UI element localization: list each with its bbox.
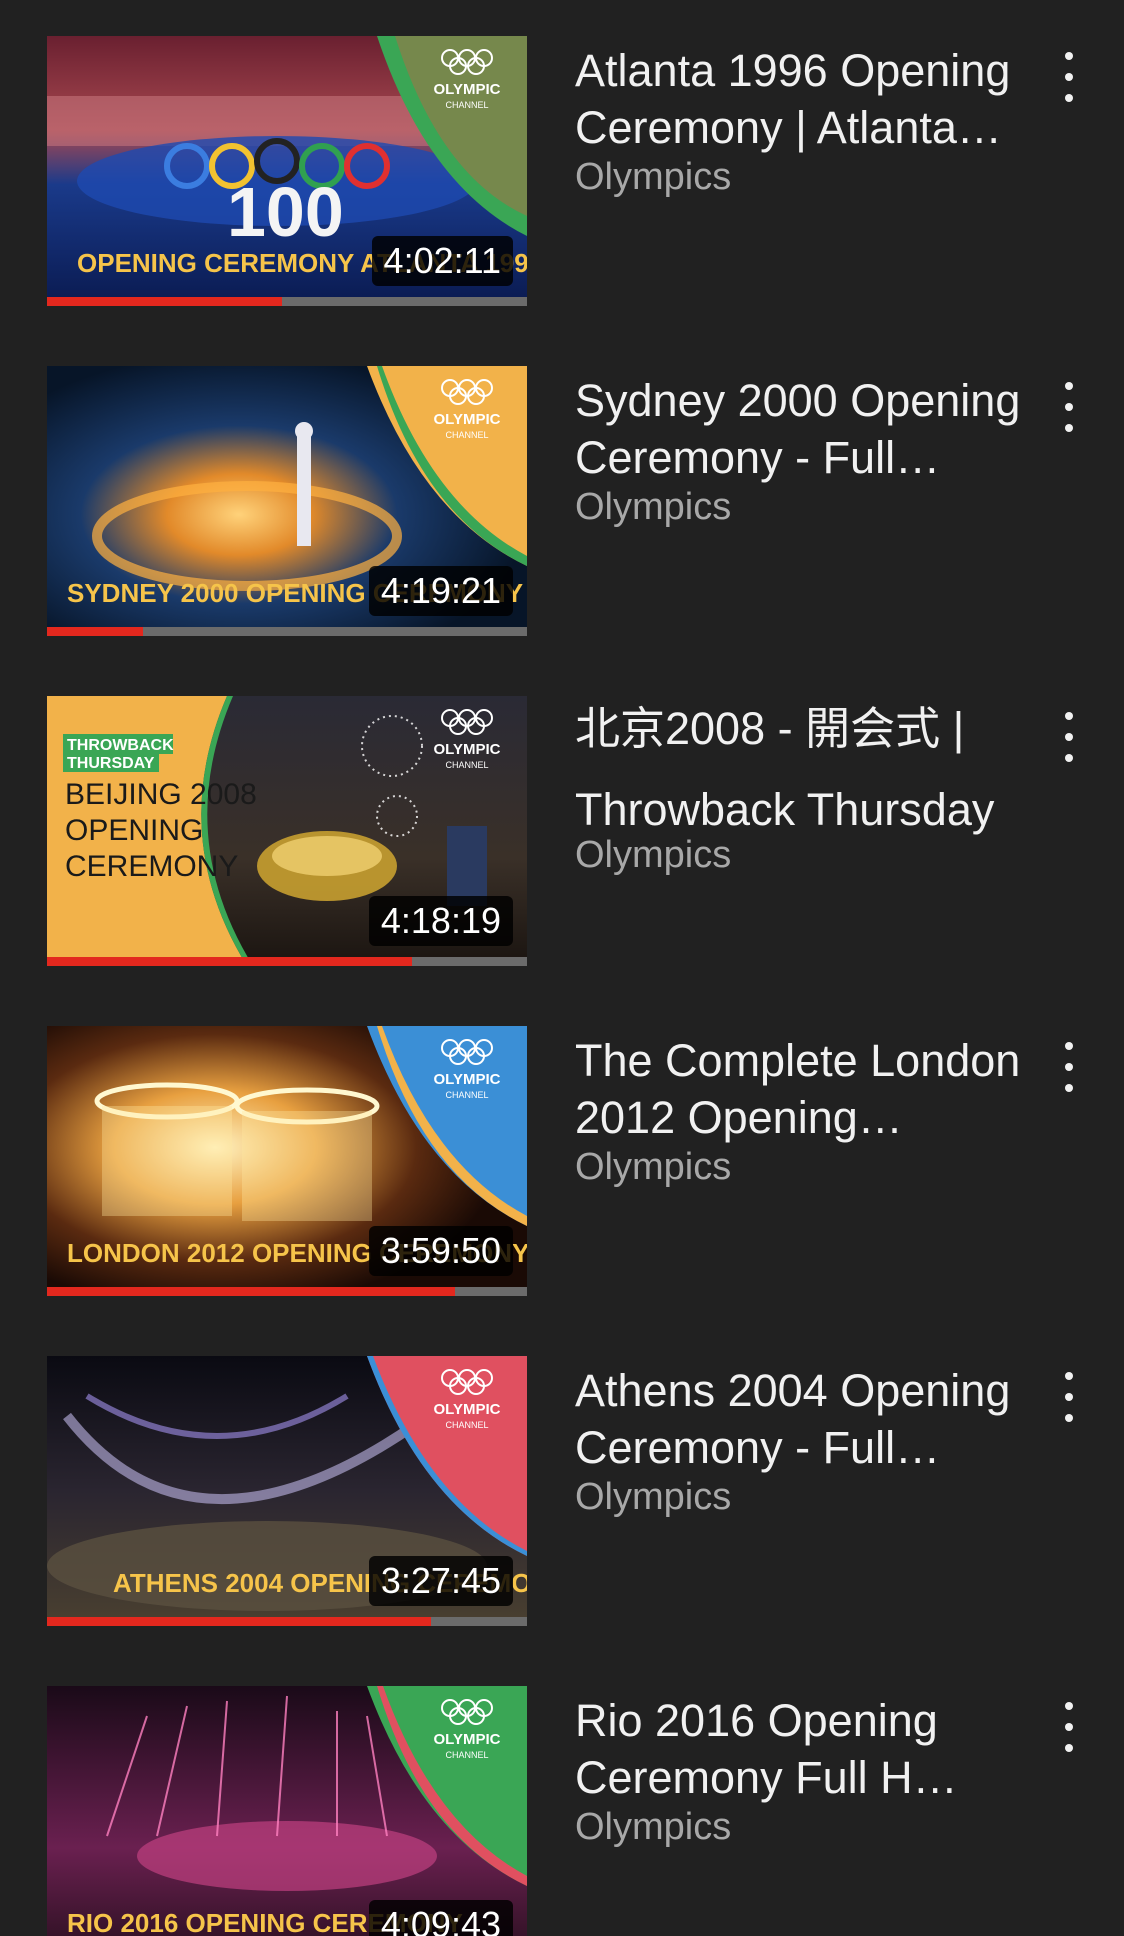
video-meta[interactable]: The Complete London 2012 Opening… Olympi… [575, 1026, 1055, 1190]
video-meta[interactable]: Athens 2004 Opening Ceremony - Full… Oly… [575, 1356, 1055, 1520]
brand-line2: CHANNEL [445, 430, 488, 440]
brand-line2: CHANNEL [445, 760, 488, 770]
more-options-icon[interactable] [1054, 710, 1084, 764]
brand-line1: OLYMPIC [434, 1731, 501, 1748]
watch-progress-bar [47, 297, 527, 306]
video-title[interactable]: Atlanta 1996 Opening Ceremony | Atlanta… [575, 42, 1055, 156]
brand-line1: OLYMPIC [434, 741, 501, 758]
video-title[interactable]: Rio 2016 Opening Ceremony Full H… [575, 1692, 1055, 1806]
brand-line2: CHANNEL [445, 1090, 488, 1100]
thumbnail-tag-2: THURSDAY [67, 755, 155, 772]
more-options-icon[interactable] [1054, 380, 1084, 434]
channel-name[interactable]: Olympics [575, 1804, 1055, 1850]
video-item[interactable]: OLYMPIC CHANNEL SYDNEY 2000 OPENING CERE… [0, 366, 1124, 636]
duration-badge: 4:19:21 [368, 566, 513, 616]
video-list: 100 OLYMPIC CHANNEL OPENING CEREMONY ATL… [0, 0, 1124, 1936]
brand-line1: OLYMPIC [434, 411, 501, 428]
more-options-icon[interactable] [1054, 1040, 1084, 1094]
video-thumbnail[interactable]: 100 OLYMPIC CHANNEL OPENING CEREMONY ATL… [47, 36, 527, 306]
brand-line1: OLYMPIC [434, 1401, 501, 1418]
thumbnail-tag-1: THROWBACK [67, 737, 174, 754]
video-item[interactable]: 100 OLYMPIC CHANNEL OPENING CEREMONY ATL… [0, 36, 1124, 306]
channel-name[interactable]: Olympics [575, 1474, 1055, 1520]
video-item[interactable]: OLYMPIC CHANNEL ATHENS 2004 OPENING CERE… [0, 1356, 1124, 1626]
channel-name[interactable]: Olympics [575, 1144, 1055, 1190]
thumbnail-image: OLYMPIC CHANNEL RIO 2016 OPENING CEREMON… [47, 1686, 527, 1936]
channel-name[interactable]: Olympics [575, 154, 1055, 200]
video-thumbnail[interactable]: OLYMPIC CHANNEL RIO 2016 OPENING CEREMON… [47, 1686, 527, 1936]
duration-badge: 4:02:11 [371, 236, 513, 286]
more-options-icon[interactable] [1054, 1700, 1084, 1754]
video-meta[interactable]: 北京2008 - 開会式 | Throwback Thursday Olympi… [575, 696, 1055, 878]
video-meta[interactable]: Atlanta 1996 Opening Ceremony | Atlanta…… [575, 36, 1055, 200]
more-options-icon[interactable] [1054, 50, 1084, 104]
video-thumbnail[interactable]: OLYMPIC CHANNEL ATHENS 2004 OPENING CERE… [47, 1356, 527, 1626]
video-thumbnail[interactable]: OLYMPIC CHANNEL LONDON 2012 OPENING CERE… [47, 1026, 527, 1296]
svg-text:100: 100 [227, 173, 344, 251]
video-item[interactable]: THROWBACK THURSDAY BEIJING 2008 OPENING … [0, 696, 1124, 966]
brand-line1: OLYMPIC [434, 1071, 501, 1088]
duration-badge: 4:18:19 [368, 896, 513, 946]
watch-progress-bar [47, 1617, 527, 1626]
video-thumbnail[interactable]: THROWBACK THURSDAY BEIJING 2008 OPENING … [47, 696, 527, 966]
watch-progress-bar [47, 957, 527, 966]
video-meta[interactable]: Rio 2016 Opening Ceremony Full H… Olympi… [575, 1686, 1055, 1850]
thumbnail-headline-2: OPENING [65, 814, 203, 847]
watch-progress-bar [47, 627, 527, 636]
video-item[interactable]: OLYMPIC CHANNEL LONDON 2012 OPENING CERE… [0, 1026, 1124, 1296]
brand-line2: CHANNEL [445, 1420, 488, 1430]
brand-line2: CHANNEL [445, 100, 488, 110]
duration-badge: 4:09:43 [368, 1900, 513, 1936]
thumbnail-headline-1: BEIJING 2008 [65, 778, 257, 811]
video-title[interactable]: The Complete London 2012 Opening… [575, 1032, 1055, 1146]
video-title[interactable]: Athens 2004 Opening Ceremony - Full… [575, 1362, 1055, 1476]
thumbnail-headline-3: CEREMONY [65, 850, 238, 883]
duration-badge: 3:59:50 [368, 1226, 513, 1276]
video-meta[interactable]: Sydney 2000 Opening Ceremony - Full… Oly… [575, 366, 1055, 530]
duration-badge: 3:27:45 [368, 1556, 513, 1606]
brand-line1: OLYMPIC [434, 81, 501, 98]
video-title[interactable]: Sydney 2000 Opening Ceremony - Full… [575, 372, 1055, 486]
watch-progress-bar [47, 1287, 527, 1296]
brand-line2: CHANNEL [445, 1750, 488, 1760]
more-options-icon[interactable] [1054, 1370, 1084, 1424]
video-title[interactable]: 北京2008 - 開会式 | Throwback Thursday [575, 688, 1055, 850]
channel-name[interactable]: Olympics [575, 484, 1055, 530]
video-thumbnail[interactable]: OLYMPIC CHANNEL SYDNEY 2000 OPENING CERE… [47, 366, 527, 636]
video-item[interactable]: OLYMPIC CHANNEL RIO 2016 OPENING CEREMON… [0, 1686, 1124, 1936]
